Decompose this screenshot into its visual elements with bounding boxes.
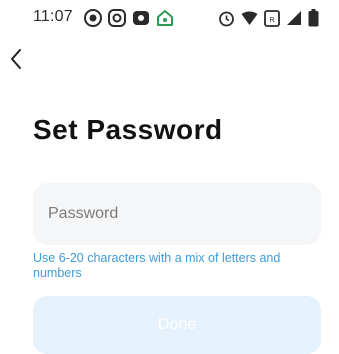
status-app-icon-2: [108, 9, 126, 27]
alarm-icon: [218, 10, 235, 27]
status-time: 11:07: [33, 8, 73, 25]
status-right-icons: R: [218, 9, 319, 27]
password-input[interactable]: [48, 205, 321, 223]
status-app-icon: [84, 9, 102, 27]
status-app-icon-3: [132, 9, 150, 27]
signal-icon: [286, 10, 302, 26]
status-left-icons: [84, 9, 174, 27]
password-hint: Use 6-20 characters with a mix of letter…: [33, 251, 281, 280]
password-field[interactable]: [33, 183, 321, 245]
svg-text:R: R: [269, 17, 274, 24]
home-icon: [156, 9, 174, 27]
done-button[interactable]: Done: [33, 296, 321, 354]
battery-icon: [308, 9, 319, 27]
sim-icon: R: [264, 9, 280, 27]
chevron-left-icon: [9, 48, 23, 70]
wifi-icon: [241, 11, 258, 26]
status-bar: 11:07 R: [0, 0, 339, 36]
page-title: Set Password: [33, 114, 223, 145]
back-button[interactable]: [4, 44, 28, 74]
